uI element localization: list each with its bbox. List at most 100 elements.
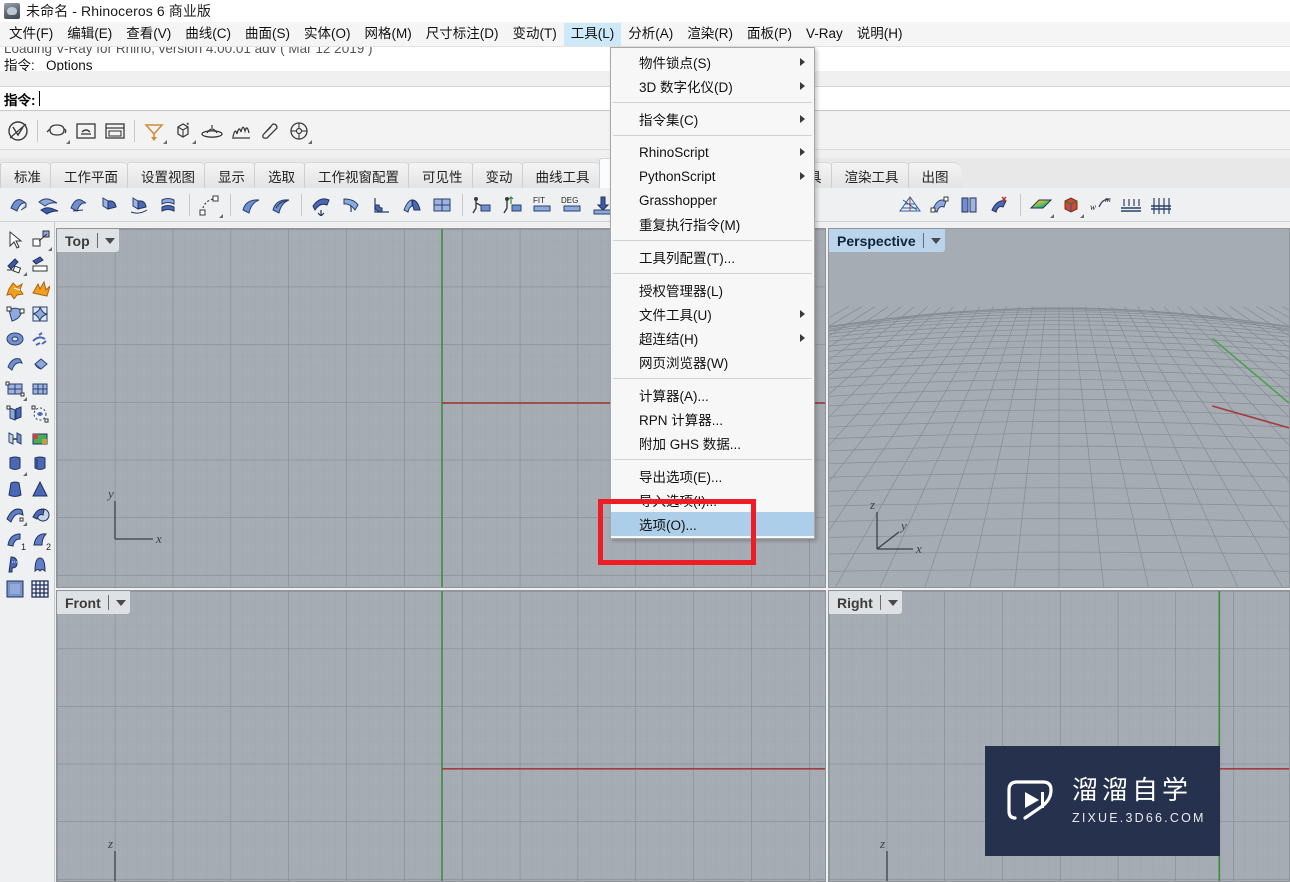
vray-teapot-icon[interactable] bbox=[43, 117, 71, 145]
loft-shape-icon[interactable] bbox=[2, 451, 27, 476]
tools-menu-item-10[interactable]: 超连结(H) bbox=[611, 326, 814, 350]
tools-menu-item-14[interactable]: 附加 GHS 数据... bbox=[611, 431, 814, 455]
vray-infinite-plane-icon[interactable] bbox=[198, 117, 226, 145]
vray-sun-icon[interactable] bbox=[285, 117, 313, 145]
tools-menu-item-2[interactable]: 指令集(C) bbox=[611, 107, 814, 131]
trim-surface-icon[interactable] bbox=[2, 551, 27, 576]
tools-menu-item-12[interactable]: 计算器(A)... bbox=[611, 383, 814, 407]
vray-render-window-icon[interactable] bbox=[101, 117, 129, 145]
draft-surface-icon[interactable] bbox=[27, 551, 52, 576]
surface-revolve-icon[interactable] bbox=[95, 191, 123, 219]
viewport-top-title[interactable]: Top bbox=[57, 229, 119, 252]
surface-loft-icon[interactable] bbox=[35, 191, 63, 219]
sphere-blend-icon[interactable] bbox=[27, 501, 52, 526]
tools-menu-item-3[interactable]: RhinoScript bbox=[611, 140, 814, 164]
cage-edit-icon[interactable] bbox=[2, 401, 27, 426]
vray-proxy-cube-icon[interactable] bbox=[169, 117, 197, 145]
surface-rebuild-icon[interactable] bbox=[428, 191, 456, 219]
surface-grid-icon[interactable] bbox=[2, 376, 27, 401]
fragment-icon[interactable] bbox=[27, 326, 52, 351]
menu-item-10[interactable]: 分析(A) bbox=[621, 23, 680, 46]
tools-menu-item-16[interactable]: 导入选项(I)... bbox=[611, 488, 814, 512]
surface-draft-icon[interactable] bbox=[1117, 191, 1145, 219]
chevron-down-icon[interactable] bbox=[96, 233, 115, 248]
tools-menu-item-13[interactable]: RPN 计算器... bbox=[611, 407, 814, 431]
toolbar-tab-5[interactable]: 工作视窗配置 bbox=[304, 162, 412, 188]
tools-menu-item-7[interactable]: 工具列配置(T)... bbox=[611, 245, 814, 269]
tools-menu-item-4[interactable]: PythonScript bbox=[611, 164, 814, 188]
boolean-burst-icon[interactable] bbox=[27, 276, 52, 301]
menu-item-3[interactable]: 曲线(C) bbox=[178, 23, 238, 46]
toolbar-tab-3[interactable]: 显示 bbox=[204, 162, 258, 188]
tools-menu-item-5[interactable]: Grasshopper bbox=[611, 188, 814, 212]
toolbar-tab-2[interactable]: 设置视图 bbox=[127, 162, 208, 188]
surface-match-icon[interactable] bbox=[398, 191, 426, 219]
vray-light-dome-icon[interactable] bbox=[140, 117, 168, 145]
surface-cube-icon[interactable] bbox=[1057, 191, 1085, 219]
vray-fur-icon[interactable] bbox=[227, 117, 255, 145]
surface-fillet-icon[interactable] bbox=[368, 191, 396, 219]
surface-unroll-icon[interactable] bbox=[469, 191, 497, 219]
torus-icon[interactable] bbox=[2, 326, 27, 351]
viewport-perspective-title[interactable]: Perspective bbox=[829, 229, 945, 252]
viewport-front-title[interactable]: Front bbox=[57, 591, 130, 614]
surface-fit-icon[interactable]: FIT bbox=[529, 191, 557, 219]
surface-extrude-icon[interactable] bbox=[155, 191, 183, 219]
surface-flow-icon[interactable] bbox=[499, 191, 527, 219]
tools-menu-item-0[interactable]: 物件锁点(S) bbox=[611, 50, 814, 74]
surface-patch-icon[interactable] bbox=[237, 191, 265, 219]
cone-taper-icon[interactable] bbox=[2, 476, 27, 501]
tools-menu-item-17[interactable]: 选项(O)... bbox=[611, 512, 814, 536]
select-arrow-icon[interactable] bbox=[2, 226, 27, 251]
surface-pages-icon[interactable] bbox=[956, 191, 984, 219]
toolbar-tab-7[interactable]: 变动 bbox=[471, 162, 526, 188]
menu-item-14[interactable]: 说明(H) bbox=[850, 23, 910, 46]
tools-menu-item-9[interactable]: 文件工具(U) bbox=[611, 302, 814, 326]
tools-menu-item-1[interactable]: 3D 数字化仪(D) bbox=[611, 74, 814, 98]
surface-rail-revolve-icon[interactable] bbox=[125, 191, 153, 219]
chevron-down-icon[interactable] bbox=[107, 595, 126, 610]
menu-item-1[interactable]: 编辑(E) bbox=[60, 23, 119, 46]
vray-render-icon[interactable] bbox=[4, 117, 32, 145]
bend-surface-icon[interactable] bbox=[2, 351, 27, 376]
chevron-down-icon[interactable] bbox=[922, 233, 941, 248]
surface-offset-icon[interactable] bbox=[308, 191, 336, 219]
surface-sweep1-icon[interactable] bbox=[65, 191, 93, 219]
viewport-right-title[interactable]: Right bbox=[829, 591, 902, 614]
toolbar-tab-4[interactable]: 选取 bbox=[254, 162, 308, 188]
surface-blend-icon[interactable] bbox=[338, 191, 366, 219]
menu-item-2[interactable]: 查看(V) bbox=[119, 23, 178, 46]
control-points-icon[interactable] bbox=[2, 301, 27, 326]
surface-network-icon[interactable] bbox=[267, 191, 295, 219]
menu-item-11[interactable]: 渲染(R) bbox=[680, 23, 740, 46]
surface-curvature-icon[interactable]: wm bbox=[1087, 191, 1115, 219]
surface-degree-icon[interactable]: DEG bbox=[559, 191, 587, 219]
mesh-grid-icon[interactable] bbox=[27, 576, 52, 601]
surface-quad-icon[interactable] bbox=[27, 301, 52, 326]
viewport-perspective[interactable]: z y x Perspective bbox=[828, 228, 1290, 588]
vray-material-tag-icon[interactable] bbox=[256, 117, 284, 145]
tools-menu-item-6[interactable]: 重复执行指令(M) bbox=[611, 212, 814, 236]
toolbar-tab-1[interactable]: 工作平面 bbox=[50, 162, 131, 188]
texture-map-icon[interactable] bbox=[2, 576, 27, 601]
surface-contour-icon[interactable] bbox=[926, 191, 954, 219]
cone-icon[interactable] bbox=[27, 476, 52, 501]
surface-from-curves-icon[interactable] bbox=[5, 191, 33, 219]
surface-isocurve-icon[interactable] bbox=[1147, 191, 1175, 219]
toolbar-tab-13[interactable]: 出图 bbox=[907, 162, 962, 188]
trim-icon[interactable] bbox=[2, 251, 27, 276]
surface-sectional-icon[interactable] bbox=[896, 191, 924, 219]
viewport-front[interactable]: z Front bbox=[56, 590, 826, 882]
menu-item-0[interactable]: 文件(F) bbox=[2, 23, 60, 46]
fillet-1-icon[interactable]: 1 bbox=[2, 526, 27, 552]
tools-menu-item-8[interactable]: 授权管理器(L) bbox=[611, 278, 814, 302]
mirror-surface-icon[interactable] bbox=[2, 426, 27, 451]
menu-item-5[interactable]: 实体(O) bbox=[297, 23, 358, 46]
gradient-mesh-icon[interactable] bbox=[27, 426, 52, 451]
explode-icon[interactable] bbox=[2, 276, 27, 301]
flow-along-icon[interactable] bbox=[27, 401, 52, 426]
menu-item-7[interactable]: 尺寸标注(D) bbox=[419, 23, 506, 46]
toolbar-tab-6[interactable]: 可见性 bbox=[408, 162, 476, 188]
menu-item-8[interactable]: 变动(T) bbox=[506, 23, 564, 46]
surface-color-icon[interactable] bbox=[1027, 191, 1055, 219]
